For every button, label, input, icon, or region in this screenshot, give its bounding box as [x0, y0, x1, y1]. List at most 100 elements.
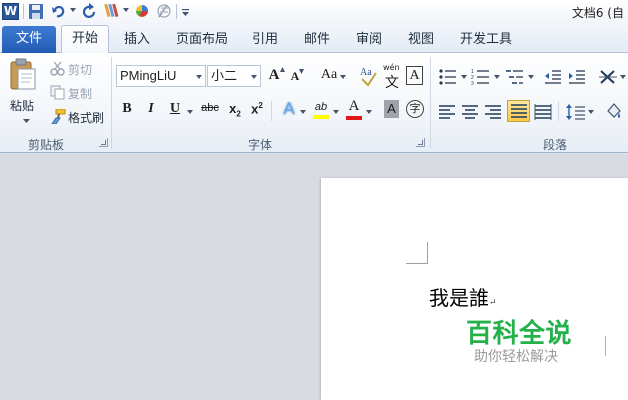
copy-label: 复制 — [68, 87, 93, 101]
document-text: 我是誰 — [429, 286, 489, 310]
change-case-dropdown-icon[interactable] — [340, 75, 346, 79]
underline-dropdown-icon[interactable] — [187, 110, 193, 114]
bullets-icon[interactable] — [438, 67, 458, 87]
bold-button[interactable]: B — [120, 101, 134, 121]
document-body-text[interactable]: 我是誰↵ — [429, 282, 497, 311]
text-effects-dropdown-icon[interactable] — [300, 110, 306, 114]
tab-view[interactable]: 视图 — [408, 28, 434, 54]
character-shading-label: A — [387, 101, 396, 116]
quick-access-toolbar: W 文档6 (自 — [0, 0, 628, 24]
svg-text:3: 3 — [471, 81, 474, 87]
justify-icon — [511, 104, 527, 118]
subscript-button[interactable]: x2 — [228, 101, 242, 121]
highlight-label: ab — [314, 101, 328, 113]
underline-button[interactable]: U — [168, 101, 182, 121]
align-right-icon[interactable] — [484, 102, 502, 122]
align-center-icon[interactable] — [461, 102, 479, 122]
font-group-label: 字体 — [248, 138, 273, 152]
tab-mailings[interactable]: 邮件 — [304, 28, 330, 54]
superscript-button[interactable]: x2 — [250, 101, 264, 121]
highlight-button[interactable]: ab — [312, 99, 330, 121]
format-painter-label: 格式刷 — [68, 111, 105, 125]
tab-file[interactable]: 文件 — [2, 26, 56, 53]
strikethrough-button[interactable]: abc — [199, 102, 221, 122]
undo-icon[interactable] — [52, 3, 66, 20]
line-spacing-dropdown-icon[interactable] — [588, 110, 594, 114]
document-workspace: 我是誰↵ 百科全说 助你轻松解决 — [0, 154, 628, 400]
decrease-indent-icon[interactable] — [544, 67, 562, 87]
font-size-combo[interactable]: 小二 — [207, 65, 261, 87]
chinese-layout-icon[interactable] — [598, 67, 618, 87]
clear-format-icon[interactable] — [156, 3, 172, 20]
bold-label: B — [122, 101, 132, 116]
shrink-arrow-icon — [299, 69, 304, 74]
tab-references[interactable]: 引用 — [252, 28, 278, 54]
grow-arrow-icon — [280, 67, 285, 72]
scissors-icon — [50, 61, 65, 76]
shading-icon[interactable] — [604, 101, 624, 121]
highlight-dropdown-icon[interactable] — [333, 110, 339, 114]
save-icon[interactable] — [28, 3, 44, 20]
qat-separator — [23, 4, 24, 19]
paragraph-mark-icon: ↵ — [489, 298, 497, 308]
brush-dropdown-icon[interactable] — [123, 8, 129, 12]
justify-button[interactable] — [507, 100, 530, 122]
paintbrush-icon — [51, 109, 66, 124]
line-spacing-icon[interactable] — [566, 102, 586, 122]
italic-button[interactable]: I — [144, 101, 158, 121]
distributed-icon[interactable] — [534, 102, 552, 122]
tab-developer[interactable]: 开发工具 — [460, 28, 512, 54]
font-launcher-icon[interactable] — [416, 138, 425, 147]
bullets-dropdown-icon[interactable] — [461, 75, 467, 79]
format-painter-icon[interactable] — [104, 3, 120, 20]
clear-formatting-icon[interactable]: Aa — [358, 65, 378, 87]
grow-font-button[interactable]: A — [266, 67, 285, 87]
paste-dropdown-icon[interactable] — [23, 119, 30, 124]
multilevel-list-dropdown-icon[interactable] — [528, 75, 534, 79]
italic-label: I — [148, 101, 154, 116]
font-name-dropdown-icon[interactable] — [196, 75, 202, 79]
font-size-value: 小二 — [211, 68, 238, 83]
group-separator — [430, 57, 431, 149]
watermark-title: 百科全说 — [466, 319, 573, 349]
font-size-dropdown-icon[interactable] — [251, 75, 257, 79]
strikethrough-label: abc — [201, 102, 219, 114]
font-color-dropdown-icon[interactable] — [366, 110, 372, 114]
font-color-button[interactable]: A — [346, 98, 362, 122]
word-app-icon[interactable]: W — [2, 3, 19, 20]
change-case-button[interactable]: Aa — [318, 67, 340, 87]
multilevel-list-icon[interactable] — [505, 67, 525, 87]
numbering-icon[interactable]: 1 2 3 — [471, 67, 491, 87]
superscript-index: 2 — [258, 101, 263, 110]
undo-dropdown-icon[interactable] — [70, 8, 76, 12]
color-theme-icon[interactable] — [135, 3, 149, 20]
customize-qat-icon[interactable] — [181, 3, 190, 20]
chinese-layout-dropdown-icon[interactable] — [620, 75, 626, 79]
font-name-combo[interactable]: PMingLiU — [116, 65, 206, 87]
paste-label: 粘贴 — [10, 99, 35, 113]
change-case-label: Aa — [320, 67, 338, 82]
tab-home[interactable]: 开始 — [61, 25, 109, 55]
document-page[interactable]: 我是誰↵ — [321, 178, 628, 400]
text-effects-label: A — [283, 99, 295, 118]
group-separator — [111, 57, 112, 149]
numbering-dropdown-icon[interactable] — [494, 75, 500, 79]
character-border-button[interactable]: A — [406, 66, 423, 85]
ribbon-home: 粘贴 剪切 复制 格式刷 剪贴板 PMingLiU 小二 A A Aa Aa w… — [0, 53, 628, 153]
shrink-font-button[interactable]: A — [289, 69, 304, 89]
tab-insert[interactable]: 插入 — [124, 28, 150, 54]
ribbon-tabs: 文件 开始 插入 页面布局 引用 邮件 审阅 视图 开发工具 — [0, 24, 628, 55]
font-color-bar — [346, 116, 362, 120]
paste-button[interactable]: 粘贴 — [4, 57, 40, 135]
enclose-characters-button[interactable]: 字 — [406, 100, 424, 118]
character-shading-button[interactable]: A — [384, 100, 399, 118]
increase-indent-icon[interactable] — [568, 67, 586, 87]
tab-page-layout[interactable]: 页面布局 — [176, 28, 228, 54]
text-effects-button[interactable]: A — [281, 99, 297, 119]
redo-icon[interactable] — [82, 3, 98, 20]
clipboard-launcher-icon[interactable] — [99, 138, 108, 147]
phonetic-guide-button[interactable]: wén 文 — [383, 63, 401, 91]
align-left-icon[interactable] — [438, 102, 456, 122]
tab-review[interactable]: 审阅 — [356, 28, 382, 54]
font-color-label: A — [348, 98, 360, 114]
